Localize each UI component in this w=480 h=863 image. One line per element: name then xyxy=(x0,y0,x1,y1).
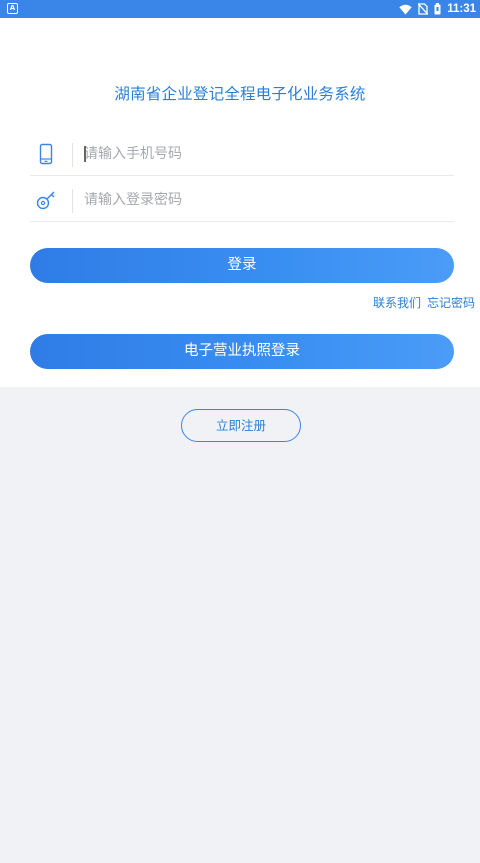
phone-icon xyxy=(39,143,53,165)
clock: 11:31 xyxy=(447,3,476,15)
login-card: 湖南省企业登记全程电子化业务系统 登录 联系我们 忘记密码 电子营业执照登录 xyxy=(0,18,480,387)
phone-field xyxy=(30,131,454,176)
forgot-password-link[interactable]: 忘记密码 xyxy=(427,294,475,311)
no-sim-icon xyxy=(418,3,429,15)
text-cursor xyxy=(84,146,86,162)
phone-field-divider xyxy=(72,143,73,167)
status-icons: 11:31 xyxy=(399,0,476,18)
wifi-icon xyxy=(399,4,412,14)
notification-icon: A xyxy=(7,3,18,14)
business-license-login-button[interactable]: 电子营业执照登录 xyxy=(30,334,454,369)
register-button[interactable]: 立即注册 xyxy=(181,409,301,442)
password-field xyxy=(30,177,454,222)
password-input[interactable] xyxy=(84,177,444,222)
page-title: 湖南省企业登记全程电子化业务系统 xyxy=(114,85,366,103)
login-button[interactable]: 登录 xyxy=(30,248,454,283)
key-icon xyxy=(36,191,55,210)
status-bar: A 11:31 xyxy=(0,0,480,18)
phone-input[interactable] xyxy=(84,131,444,176)
contact-us-link[interactable]: 联系我们 xyxy=(373,294,421,311)
password-field-divider xyxy=(72,189,73,213)
battery-icon xyxy=(434,3,441,15)
help-links: 联系我们 忘记密码 xyxy=(373,294,475,311)
